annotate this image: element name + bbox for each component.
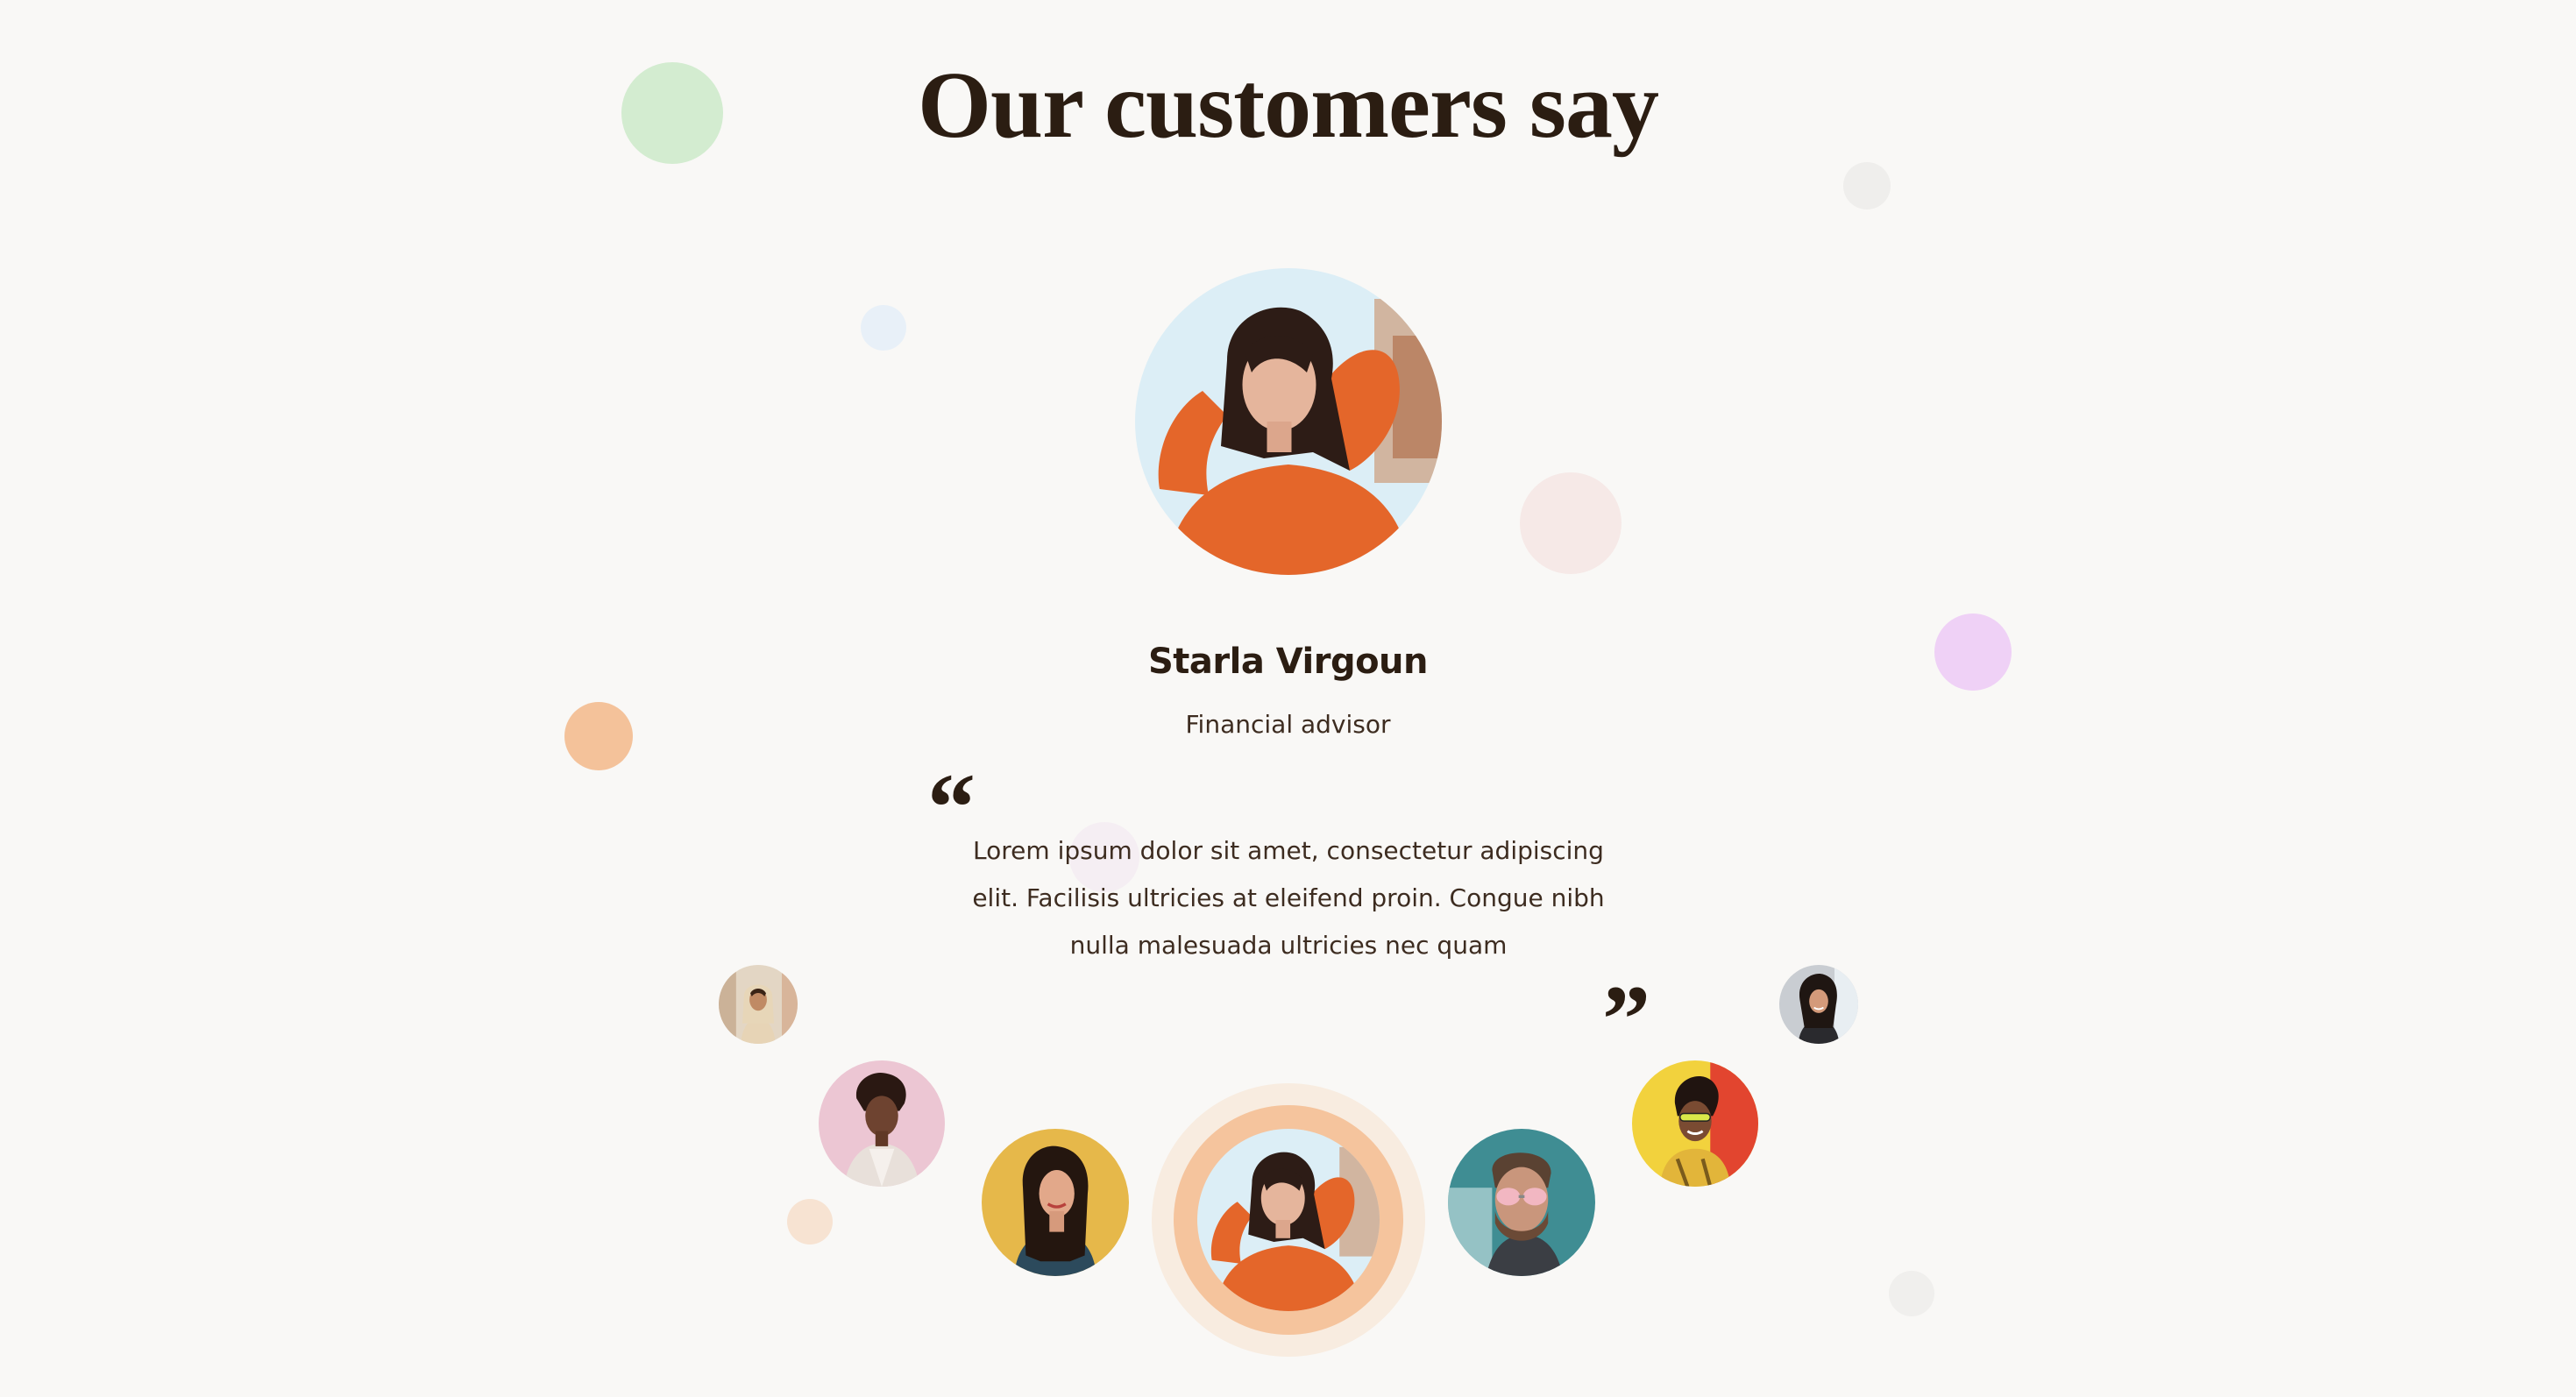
customer-thumbnail-6[interactable] [1632,1060,1758,1187]
customer-thumbnail-3[interactable] [982,1129,1129,1276]
decor-dot-grey [1843,162,1891,209]
section-title: Our customers say [918,53,1659,158]
customer-thumbnail-2[interactable] [819,1060,945,1187]
decor-dot-blue [861,305,906,351]
customer-thumbnail-4-active[interactable] [1197,1129,1380,1311]
testimonials-section: Our customers say Starla Virgoun Financi… [0,0,2576,1397]
quote-line: Lorem ipsum dolor sit amet, consectetur … [973,836,1604,865]
customer-thumbnail-5[interactable] [1448,1129,1595,1276]
decor-dot-grey-2 [1889,1271,1934,1316]
customer-thumbnail-7[interactable] [1779,965,1858,1044]
customer-name: Starla Virgoun [1147,642,1429,682]
customer-thumbnail-1[interactable] [719,965,798,1044]
testimonial-quote: Lorem ipsum dolor sit amet, consectetur … [938,827,1639,969]
quote-line: elit. Facilisis ultricies at eleifend pr… [972,883,1605,912]
quote-close-icon: ” [1602,966,1650,1073]
quote-line: nulla malesuada ultricies nec quam [1069,931,1508,960]
active-customer-avatar [1135,268,1442,575]
decor-dot-peach [787,1199,833,1245]
customer-role: Financial advisor [1185,710,1391,739]
decor-dot-pink [1520,472,1622,574]
